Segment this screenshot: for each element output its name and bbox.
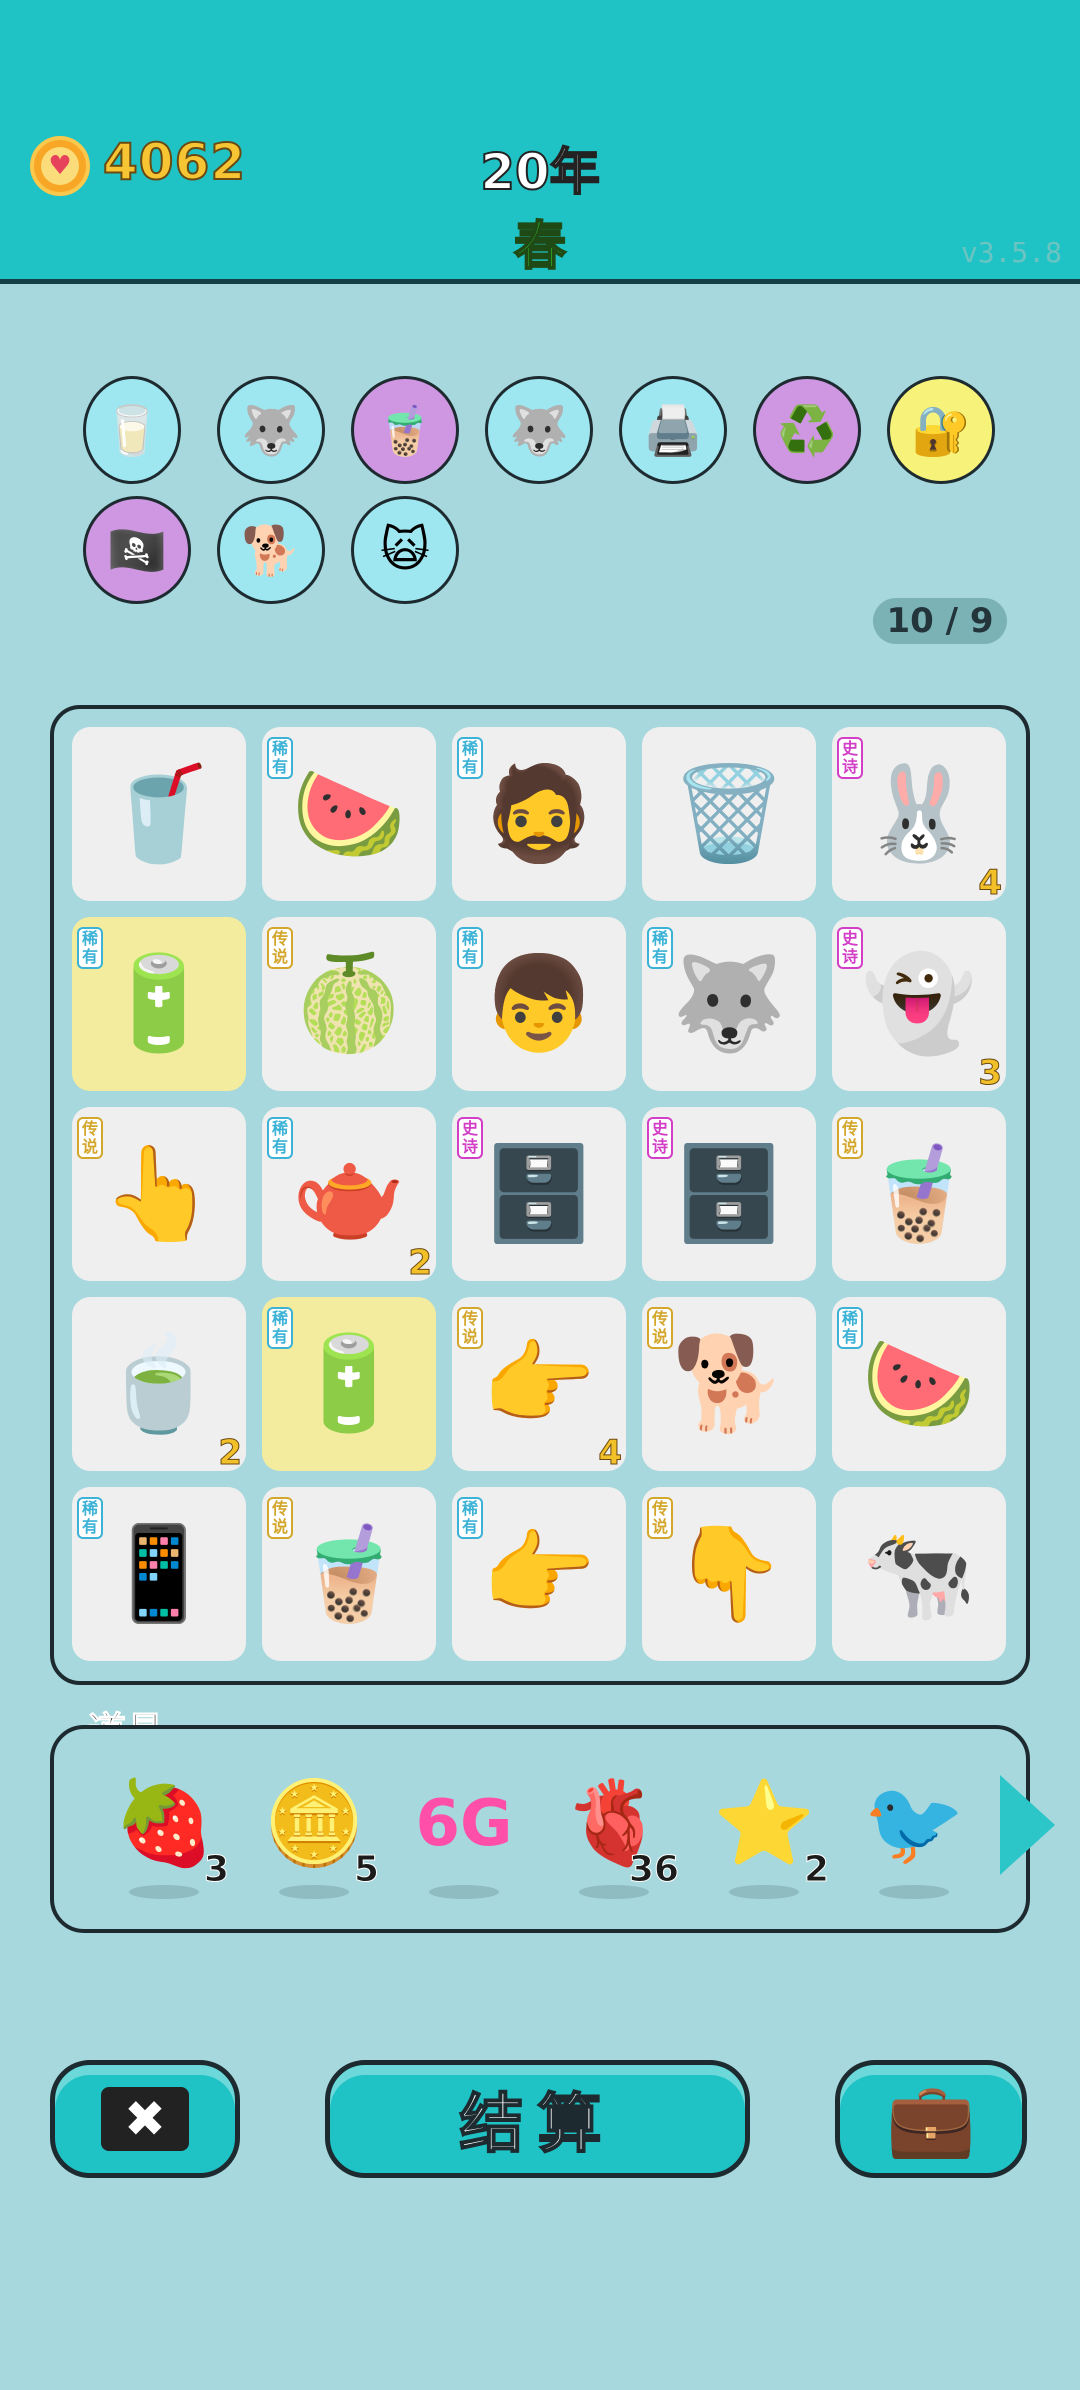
dollar-coin-icon: 🪙 (262, 1776, 366, 1871)
tool-count: 36 (628, 1849, 679, 1891)
board-cell[interactable]: 🐺 稀有 (642, 917, 816, 1091)
milk-jug-badge[interactable]: 🥛 (83, 376, 181, 484)
board-cell[interactable]: 👦 稀有 (452, 917, 626, 1091)
board-cell[interactable]: 👉 传说 4 (452, 1297, 626, 1474)
board-cell[interactable]: 👇 传说 (642, 1487, 816, 1661)
board-cell[interactable]: 🔋 稀有 (262, 1297, 436, 1471)
tool-shadow (879, 1885, 949, 1899)
board-cell[interactable]: 🐄 (832, 1487, 1006, 1661)
board-cell[interactable]: 🧋 传说 (262, 1487, 436, 1661)
soda-cup-icon: 🥤 (101, 760, 217, 867)
tool-item[interactable]: 🍓 3 (99, 1769, 230, 1919)
board-cell[interactable]: 👉 稀有 (452, 1487, 626, 1661)
board-cell[interactable]: 🐕 传说 (642, 1297, 816, 1471)
rarity-tag: 传说 (837, 1117, 863, 1159)
rarity-tag: 传说 (267, 927, 293, 969)
rarity-tag: 稀有 (457, 737, 483, 779)
rarity-tag: 稀有 (457, 1497, 483, 1539)
item-count: 3 (978, 1053, 1003, 1094)
board-cell[interactable]: 🫖 稀有 2 (262, 1107, 436, 1284)
rarity-tag: 史诗 (837, 737, 863, 779)
board-cell[interactable]: 🍉 稀有 (832, 1297, 1006, 1471)
rarity-tag: 稀有 (647, 927, 673, 969)
tool-item[interactable]: 🐦 (849, 1769, 979, 1919)
screaming-cat-badge[interactable]: 🙀 (351, 496, 459, 604)
rarity-tag: 稀有 (77, 927, 103, 969)
item-count: 2 (408, 1243, 433, 1284)
tool-item[interactable]: 6G (399, 1769, 529, 1919)
white-bird-icon: 🐦 (862, 1776, 966, 1871)
rarity-tag: 传说 (647, 1307, 673, 1349)
rarity-tag: 史诗 (647, 1117, 673, 1159)
rarity-tag: 史诗 (457, 1117, 483, 1159)
bubble-tea-boost-badge[interactable]: 🧋 (351, 376, 459, 484)
briefcase-button[interactable]: 💼 (835, 2060, 1027, 2178)
item-count: 2 (218, 1433, 243, 1474)
tools-panel: 🍓 3 🪙 5 6G 🫀 36 ⭐ 2 🐦 (50, 1725, 1030, 1933)
board-cell[interactable]: 👆 传说 (72, 1107, 246, 1281)
board-cell[interactable]: 🗑️ (642, 727, 816, 901)
tool-count: 3 (203, 1849, 229, 1891)
board-cell[interactable]: 👻 史诗 3 (832, 917, 1006, 1094)
board-cell[interactable]: 🍈 传说 (262, 917, 436, 1091)
tool-item[interactable]: ⭐ 2 (699, 1769, 830, 1919)
tool-item[interactable]: 🪙 5 (249, 1769, 380, 1919)
board-cell[interactable]: 🐰 史诗 4 (832, 727, 1006, 904)
board-cell[interactable]: 🔋 稀有 (72, 917, 246, 1091)
close-icon: ✖ (101, 2087, 189, 2151)
tools-next-arrow-icon[interactable] (1000, 1775, 1055, 1875)
rarity-tag: 传说 (267, 1497, 293, 1539)
board-cell[interactable]: 🍵 2 (72, 1297, 246, 1474)
safe-badge[interactable]: 🔐 (887, 376, 995, 484)
tool-shadow (279, 1885, 349, 1899)
garbage-bag-icon: 🗑️ (671, 760, 787, 867)
board-cell[interactable]: 🗄️ 史诗 (642, 1107, 816, 1281)
settle-button[interactable]: 结算 (325, 2060, 750, 2178)
tool-shadow (729, 1885, 799, 1899)
husky-coin-badge-2[interactable]: 🐺 (485, 376, 593, 484)
rarity-tag: 传说 (647, 1497, 673, 1539)
lychee-icon: 🍓 (112, 1776, 216, 1871)
top-bar: ♥ 4062 20年 春 v3.5.8 (0, 0, 1080, 284)
game-board: 🥤 🍉 稀有 🧔 稀有 🗑️ 🐰 史诗 4 🔋 稀有 🍈 传说 👦 稀有 🐺 稀有 👻 史诗 3 👆 传说 🫖 稀有 2 🗄️ 史诗… (50, 705, 1030, 1685)
recycle-badge[interactable]: ♻️ (753, 376, 861, 484)
year-label: 20年 (479, 142, 601, 202)
rarity-tag: 稀有 (267, 737, 293, 779)
version-label: v3.5.8 (960, 236, 1062, 269)
briefcase-icon: 💼 (886, 2076, 976, 2161)
season-label: 春 (513, 216, 567, 278)
eye-patch-badge[interactable]: 🏴‍☠️ (83, 496, 191, 604)
board-cell[interactable]: 📱 稀有 (72, 1487, 246, 1661)
printer-warning-badge[interactable]: 🖨️ (619, 376, 727, 484)
rarity-tag: 传说 (457, 1307, 483, 1349)
board-cell[interactable]: 🧔 稀有 (452, 727, 626, 901)
tool-count: 2 (803, 1849, 829, 1891)
item-count: 4 (598, 1433, 623, 1474)
close-button[interactable]: ✖ (50, 2060, 240, 2178)
tool-shadow (129, 1885, 199, 1899)
tool-item[interactable]: 🫀 36 (549, 1769, 680, 1919)
item-count: 4 (978, 863, 1003, 904)
cow-icon: 🐄 (861, 1520, 977, 1627)
rarity-tag: 史诗 (837, 927, 863, 969)
board-cell[interactable]: 🗄️ 史诗 (452, 1107, 626, 1281)
board-cell[interactable]: 🧋 传说 (832, 1107, 1006, 1281)
husky-coin-badge[interactable]: 🐺 (217, 376, 325, 484)
slot-counter: 10 / 9 (873, 598, 1007, 644)
6g-icon: 6G (415, 1787, 513, 1861)
rarity-tag: 稀有 (457, 927, 483, 969)
tool-shadow (429, 1885, 499, 1899)
rarity-tag: 稀有 (77, 1497, 103, 1539)
board-cell[interactable]: 🥤 (72, 727, 246, 901)
rarity-tag: 传说 (77, 1117, 103, 1159)
rarity-tag: 稀有 (267, 1307, 293, 1349)
board-cell[interactable]: 🍉 稀有 (262, 727, 436, 901)
tool-count: 5 (353, 1849, 379, 1891)
tea-bowl-icon: 🍵 (101, 1330, 217, 1437)
rarity-tag: 稀有 (267, 1117, 293, 1159)
star-icon: ⭐ (712, 1776, 816, 1871)
rarity-tag: 稀有 (837, 1307, 863, 1349)
cool-dog-badge[interactable]: 🐕 (217, 496, 325, 604)
